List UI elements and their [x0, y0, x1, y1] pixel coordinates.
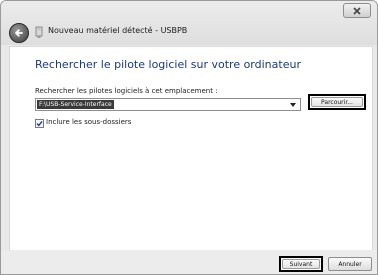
wizard-window: Nouveau matériel détecté - USBPB Recherc…: [0, 0, 378, 275]
close-button[interactable]: [343, 3, 371, 18]
browse-button-label: Parcourir...: [311, 97, 363, 107]
page-heading: Rechercher le pilote logiciel sur votre …: [35, 58, 301, 71]
cancel-button[interactable]: Annuler: [328, 257, 372, 271]
include-subfolders-label[interactable]: Inclure les sous-dossiers: [46, 118, 131, 126]
window-title: Nouveau matériel détecté - USBPB: [48, 26, 188, 35]
include-subfolders-checkbox[interactable]: [35, 119, 44, 128]
back-button[interactable]: [9, 23, 29, 43]
back-arrow-icon: [15, 29, 23, 37]
title-bar: Nouveau matériel détecté - USBPB: [1, 1, 377, 45]
close-icon: [353, 6, 361, 15]
next-button-label: Suivant: [282, 259, 320, 269]
path-input[interactable]: F:\USB-Service-Interface: [37, 100, 114, 109]
search-location-label: Rechercher les pilotes logiciels à cet e…: [35, 87, 218, 95]
checkmark-icon: [36, 120, 43, 127]
chevron-down-icon: [290, 102, 296, 107]
content-panel: Rechercher le pilote logiciel sur votre …: [9, 46, 373, 251]
next-button[interactable]: Suivant: [279, 256, 323, 272]
device-icon: [35, 26, 43, 38]
dropdown-toggle[interactable]: [288, 100, 298, 109]
path-combobox[interactable]: F:\USB-Service-Interface: [35, 98, 301, 111]
browse-button[interactable]: Parcourir...: [308, 94, 366, 110]
